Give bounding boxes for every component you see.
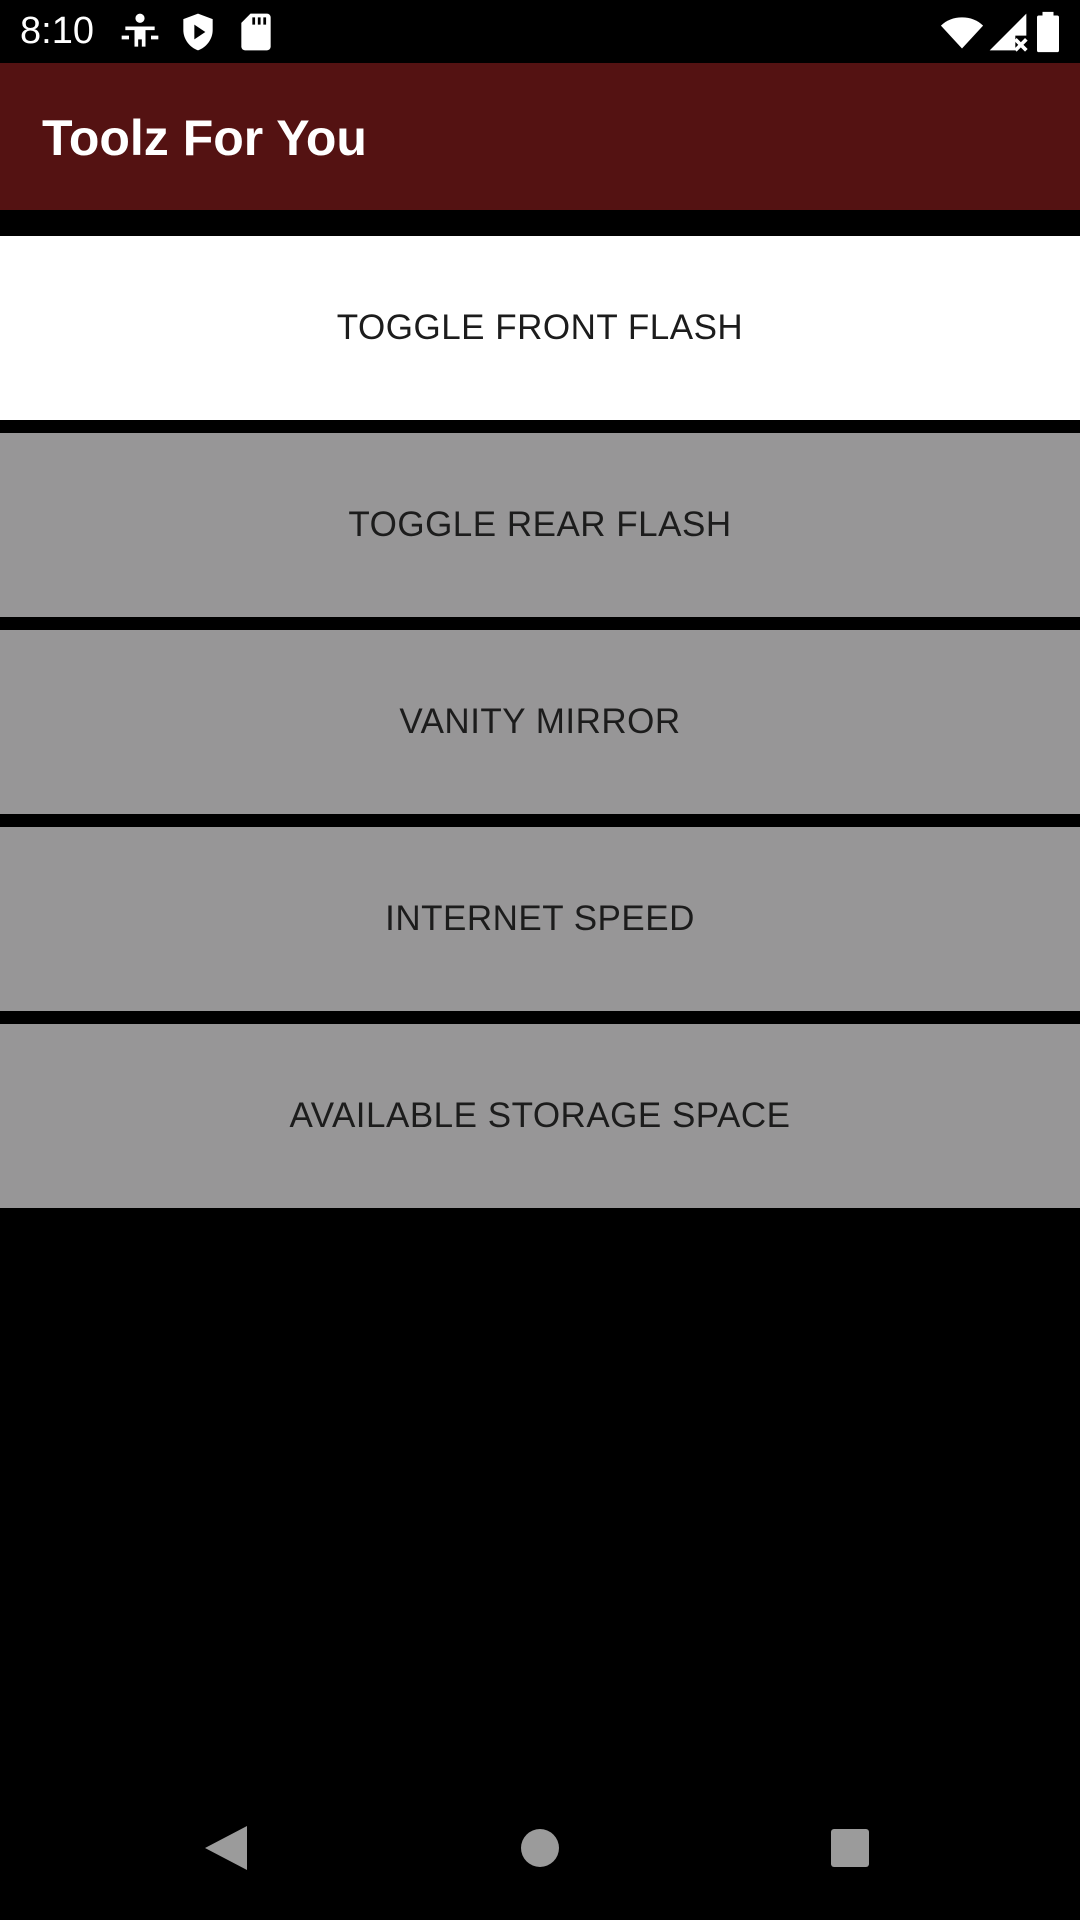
app-bar: Toolz For You	[0, 63, 1080, 210]
button-label: INTERNET SPEED	[385, 899, 695, 938]
nav-bar	[0, 1776, 1080, 1920]
signal-no-data-icon	[986, 10, 1030, 54]
battery-icon	[1030, 10, 1066, 54]
button-label: AVAILABLE STORAGE SPACE	[289, 1096, 791, 1135]
home-icon[interactable]	[500, 1808, 580, 1888]
vanity-mirror-button[interactable]: VANITY MIRROR	[0, 630, 1080, 814]
internet-speed-button[interactable]: INTERNET SPEED	[0, 827, 1080, 1011]
screen: 8:10 Toolz For You TOGGLE FRONT FLASH TO…	[0, 0, 1080, 1920]
toggle-front-flash-button[interactable]: TOGGLE FRONT FLASH	[0, 236, 1080, 420]
button-label: TOGGLE FRONT FLASH	[336, 308, 744, 347]
wifi-icon	[940, 10, 984, 54]
recents-icon[interactable]	[810, 1808, 890, 1888]
available-storage-space-button[interactable]: AVAILABLE STORAGE SPACE	[0, 1024, 1080, 1208]
back-icon[interactable]	[186, 1808, 266, 1888]
toggle-rear-flash-button[interactable]: TOGGLE REAR FLASH	[0, 433, 1080, 617]
shield-icon	[176, 10, 220, 54]
accessibility-icon	[118, 10, 162, 54]
tool-list: TOGGLE FRONT FLASH TOGGLE REAR FLASH VAN…	[0, 236, 1080, 1221]
sd-card-icon	[234, 10, 278, 54]
status-bar: 8:10	[0, 0, 1080, 63]
button-label: TOGGLE REAR FLASH	[348, 505, 732, 544]
button-label: VANITY MIRROR	[399, 702, 681, 741]
status-time: 8:10	[20, 10, 94, 52]
app-title: Toolz For You	[42, 110, 367, 166]
